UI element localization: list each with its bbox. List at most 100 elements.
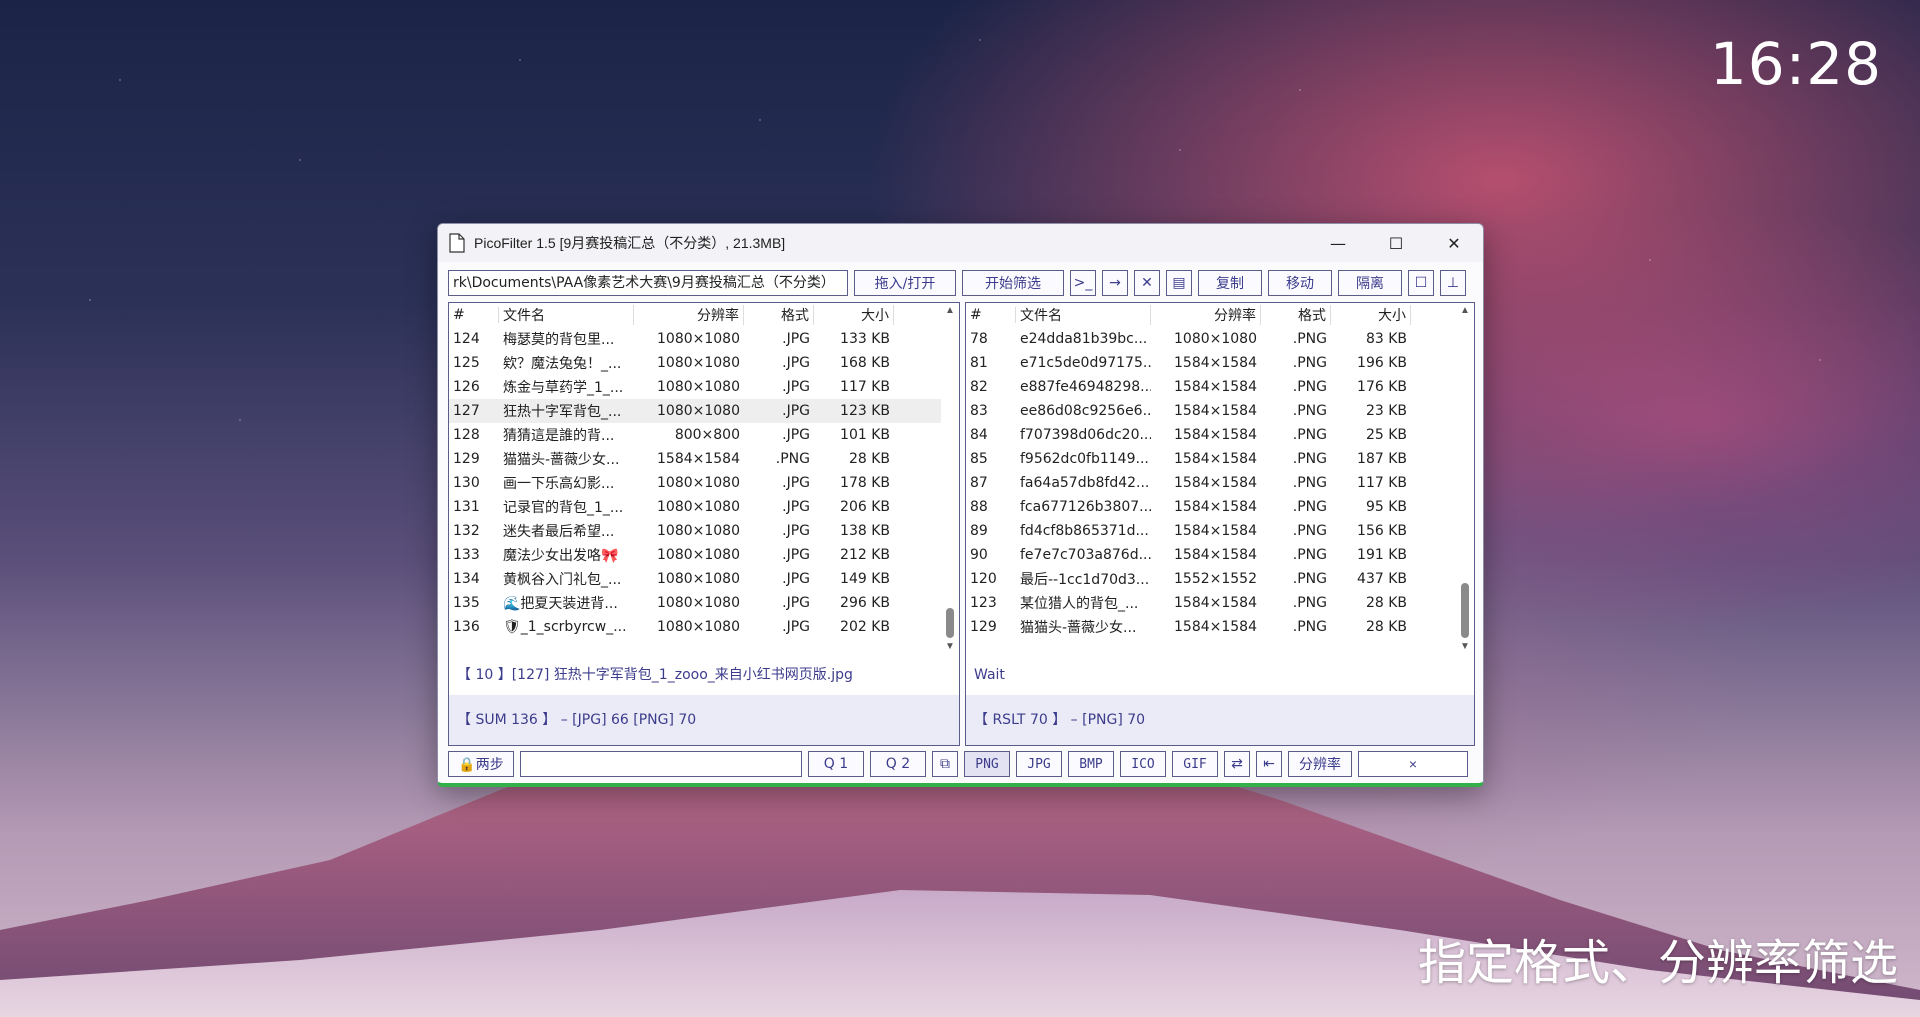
- close-button[interactable]: ✕: [1425, 224, 1483, 262]
- cell-filename: f707398d06dc20...: [1020, 427, 1151, 443]
- table-row[interactable]: 85 f9562dc0fb1149... 1584×1584 .PNG 187 KB: [966, 447, 1456, 471]
- toolbar: rk\Documents\PAA像素艺术大赛\9月赛投稿汇总（不分类） 拖入/打…: [448, 270, 1473, 296]
- scroll-thumb[interactable]: [946, 608, 954, 638]
- table-row[interactable]: 130 画一下乐高幻影... 1080×1080 .JPG 178 KB: [449, 471, 941, 495]
- source-scrollbar[interactable]: ▲ ▼: [941, 303, 959, 655]
- two-step-button[interactable]: 🔒两步: [448, 751, 514, 777]
- cell-size: 296 KB: [840, 595, 890, 611]
- back-to-start-icon[interactable]: ⇤: [1256, 751, 1282, 777]
- copy-button[interactable]: 复制: [1198, 270, 1262, 296]
- cell-resolution: 1552×1552: [1174, 571, 1257, 587]
- table-row[interactable]: 120 最后--1cc1d70d3... 1552×1552 .PNG 437 KB: [966, 567, 1456, 591]
- col-format[interactable]: 格式: [1261, 305, 1331, 325]
- table-row[interactable]: 88 fca677126b3807... 1584×1584 .PNG 95 KB: [966, 495, 1456, 519]
- cell-size: 123 KB: [840, 403, 890, 419]
- table-row[interactable]: 78 e24dda81b39bc... 1080×1080 .PNG 83 KB: [966, 327, 1456, 351]
- cell-size: 187 KB: [1357, 451, 1407, 467]
- cell-format: .PNG: [775, 451, 810, 467]
- table-row[interactable]: 136 🛡_1_scrbyrcw_... 1080×1080 .JPG 202 KB: [449, 615, 941, 639]
- cell-filename: 🛡_1_scrbyrcw_...: [503, 619, 627, 635]
- table-row[interactable]: 126 炼金与草药学_1_... 1080×1080 .JPG 117 KB: [449, 375, 941, 399]
- table-row[interactable]: 81 e71c5de0d97175... 1584×1584 .PNG 196 KB: [966, 351, 1456, 375]
- format-jpg-button[interactable]: JPG: [1016, 751, 1062, 777]
- cell-resolution: 1584×1584: [1174, 619, 1257, 635]
- table-row[interactable]: 90 fe7e7c703a876d... 1584×1584 .PNG 191 KB: [966, 543, 1456, 567]
- table-row[interactable]: 135 🌊把夏天装进背... 1080×1080 .JPG 296 KB: [449, 591, 941, 615]
- cell-size: 101 KB: [840, 427, 890, 443]
- col-index[interactable]: #: [449, 307, 499, 323]
- arrow-right-icon[interactable]: →: [1102, 270, 1128, 296]
- cell-filename: 梅瑟莫的背包里...: [503, 332, 615, 348]
- table-row[interactable]: 131 记录官的背包_1_... 1080×1080 .JPG 206 KB: [449, 495, 941, 519]
- title-bar[interactable]: PicoFilter 1.5 [9月赛投稿汇总（不分类）, 21.3MB] — …: [438, 224, 1483, 262]
- table-row[interactable]: 134 黄枫谷入门礼包_... 1080×1080 .JPG 149 KB: [449, 567, 941, 591]
- cell-size: 23 KB: [1365, 403, 1407, 419]
- col-filename[interactable]: 文件名: [499, 305, 634, 325]
- copy-icon[interactable]: ⧉: [932, 751, 958, 777]
- filter-input[interactable]: [520, 751, 802, 777]
- terminal-icon[interactable]: >_: [1070, 270, 1096, 296]
- cell-size: 202 KB: [840, 619, 890, 635]
- cell-index: 125: [453, 355, 480, 371]
- window-title: PicoFilter 1.5 [9月赛投稿汇总（不分类）, 21.3MB]: [474, 235, 786, 251]
- col-resolution[interactable]: 分辨率: [1151, 305, 1261, 325]
- cell-resolution: 1584×1584: [657, 451, 740, 467]
- scroll-down-icon[interactable]: ▼: [1456, 639, 1474, 655]
- open-button[interactable]: 拖入/打开: [854, 270, 956, 296]
- maximize-button[interactable]: ☐: [1367, 224, 1425, 262]
- cell-format: .PNG: [1292, 355, 1327, 371]
- table-row[interactable]: 127 狂热十字军背包_... 1080×1080 .JPG 123 KB: [449, 399, 941, 423]
- table-row[interactable]: 125 欸？魔法兔兔！_... 1080×1080 .JPG 168 KB: [449, 351, 941, 375]
- cell-index: 81: [970, 355, 988, 371]
- result-table: # 文件名 分辨率 格式 大小 78 e24dda81b39bc... 1080×1…: [966, 303, 1456, 655]
- table-row[interactable]: 129 猫猫头-蔷薇少女... 1584×1584 .PNG 28 KB: [449, 447, 941, 471]
- table-row[interactable]: 133 魔法少女出发咯🎀 1080×1080 .JPG 212 KB: [449, 543, 941, 567]
- source-table: # 文件名 分辨率 格式 大小 124 梅瑟莫的背包里... 1080×1080 .J…: [449, 303, 941, 655]
- format-png-button[interactable]: PNG: [964, 751, 1010, 777]
- format-bmp-button[interactable]: BMP: [1068, 751, 1114, 777]
- col-size[interactable]: 大小: [814, 305, 894, 325]
- clear-input[interactable]: ×: [1358, 751, 1468, 777]
- col-size[interactable]: 大小: [1331, 305, 1411, 325]
- table-row[interactable]: 87 fa64a57db8fd42... 1584×1584 .PNG 117 KB: [966, 471, 1456, 495]
- table-row[interactable]: 82 e887fe46948298... 1584×1584 .PNG 176 KB: [966, 375, 1456, 399]
- cell-resolution: 1584×1584: [1174, 523, 1257, 539]
- table-row[interactable]: 128 猜猜這是誰的背... 800×800 .JPG 101 KB: [449, 423, 941, 447]
- move-button[interactable]: 移动: [1268, 270, 1332, 296]
- col-format[interactable]: 格式: [744, 305, 814, 325]
- pin-icon[interactable]: ⊥: [1440, 270, 1466, 296]
- cell-filename: 记录官的背包_1_...: [503, 500, 624, 516]
- table-row[interactable]: 124 梅瑟莫的背包里... 1080×1080 .JPG 133 KB: [449, 327, 941, 351]
- scroll-up-icon[interactable]: ▲: [941, 303, 959, 319]
- isolate-button[interactable]: 隔离: [1338, 270, 1402, 296]
- cell-size: 149 KB: [840, 571, 890, 587]
- close-icon[interactable]: ✕: [1134, 270, 1160, 296]
- scroll-down-icon[interactable]: ▼: [941, 639, 959, 655]
- query-1-button[interactable]: Q 1: [808, 751, 864, 777]
- col-resolution[interactable]: 分辨率: [634, 305, 744, 325]
- cell-index: 120: [970, 571, 997, 587]
- table-row[interactable]: 89 fd4cf8b865371d... 1584×1584 .PNG 156 KB: [966, 519, 1456, 543]
- window-icon[interactable]: ☐: [1408, 270, 1434, 296]
- cell-filename: e887fe46948298...: [1020, 379, 1151, 395]
- cell-filename: 猜猜這是誰的背...: [503, 428, 615, 444]
- table-row[interactable]: 83 ee86d08c9256e6... 1584×1584 .PNG 23 KB: [966, 399, 1456, 423]
- table-row[interactable]: 132 迷失者最后希望... 1080×1080 .JPG 138 KB: [449, 519, 941, 543]
- format-gif-button[interactable]: GIF: [1172, 751, 1218, 777]
- resolution-button[interactable]: 分辨率: [1288, 751, 1352, 777]
- scroll-thumb[interactable]: [1461, 583, 1469, 638]
- scroll-up-icon[interactable]: ▲: [1456, 303, 1474, 319]
- format-ico-button[interactable]: ICO: [1120, 751, 1166, 777]
- table-row[interactable]: 123 某位猎人的背包_... 1584×1584 .PNG 28 KB: [966, 591, 1456, 615]
- col-index[interactable]: #: [966, 307, 1016, 323]
- result-scrollbar[interactable]: ▲ ▼: [1456, 303, 1474, 655]
- col-filename[interactable]: 文件名: [1016, 305, 1151, 325]
- list-view-icon[interactable]: ▤: [1166, 270, 1192, 296]
- table-row[interactable]: 129 猫猫头-蔷薇少女... 1584×1584 .PNG 28 KB: [966, 615, 1456, 639]
- query-2-button[interactable]: Q 2: [870, 751, 926, 777]
- minimize-button[interactable]: —: [1309, 224, 1367, 262]
- table-row[interactable]: 84 f707398d06dc20... 1584×1584 .PNG 25 KB: [966, 423, 1456, 447]
- swap-icon[interactable]: ⇄: [1224, 751, 1250, 777]
- start-filter-button[interactable]: 开始筛选: [962, 270, 1064, 296]
- path-input[interactable]: rk\Documents\PAA像素艺术大赛\9月赛投稿汇总（不分类）: [448, 270, 848, 296]
